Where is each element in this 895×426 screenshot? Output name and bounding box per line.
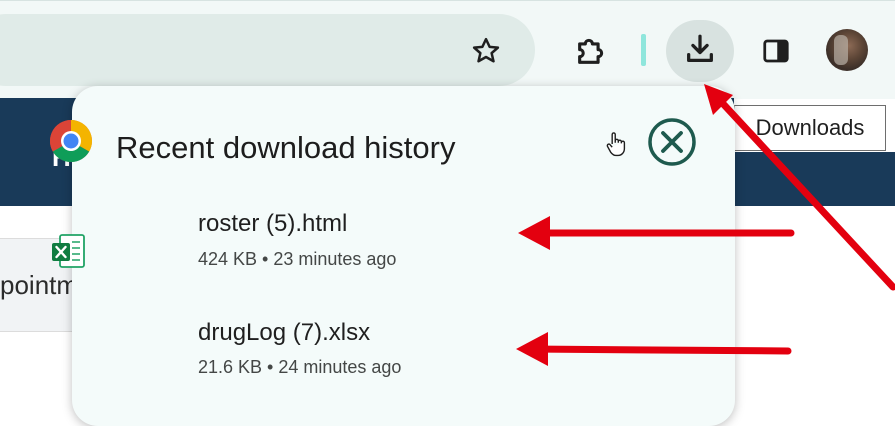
puzzle-extension-icon[interactable] [567, 27, 615, 75]
side-panel-icon[interactable] [754, 29, 798, 73]
star-icon[interactable] [462, 27, 510, 75]
download-size: 424 KB [198, 249, 258, 269]
address-bar[interactable] [0, 14, 535, 86]
download-filename[interactable]: drugLog (7).xlsx [198, 319, 370, 347]
downloads-tooltip: Downloads [734, 105, 886, 151]
download-filename[interactable]: roster (5).html [198, 210, 347, 238]
download-time: 23 minutes ago [273, 249, 397, 269]
toolbar-divider [641, 34, 646, 66]
browser-toolbar [0, 0, 895, 99]
site-header-extension [734, 152, 895, 206]
downloads-button[interactable] [666, 20, 734, 82]
excel-icon [50, 230, 90, 274]
download-time: 24 minutes ago [278, 357, 402, 377]
download-size: 21.6 KB [198, 357, 263, 377]
download-item[interactable] [0, 86, 663, 178]
download-meta: 424 KB • 23 minutes ago [198, 249, 397, 269]
download-meta: 21.6 KB • 24 minutes ago [198, 357, 402, 377]
profile-avatar[interactable] [826, 29, 868, 71]
download-icon [683, 32, 717, 71]
chrome-icon [48, 118, 94, 164]
